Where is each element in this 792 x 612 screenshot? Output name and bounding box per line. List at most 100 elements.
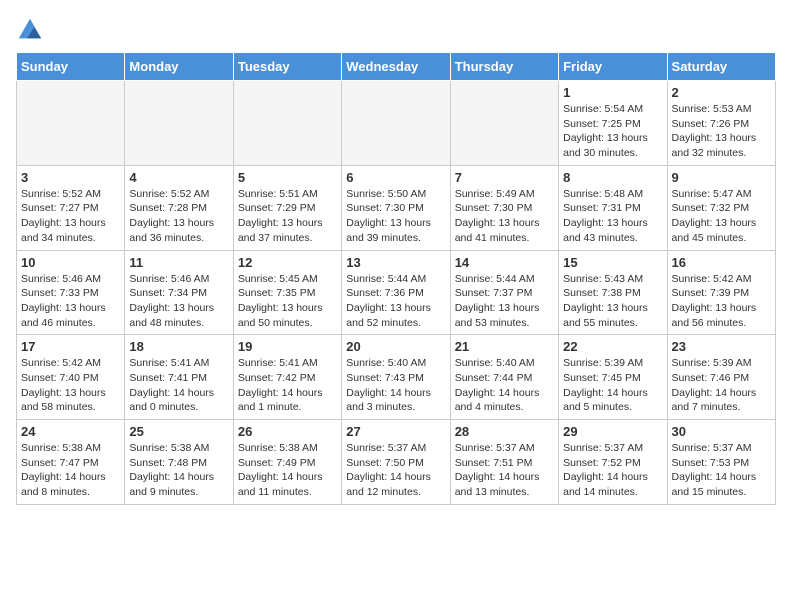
calendar-day-cell: 4Sunrise: 5:52 AMSunset: 7:28 PMDaylight…	[125, 165, 233, 250]
calendar-day-cell: 27 Sunrise: 5:37 AMSunset: 7:50 PMDayligh…	[342, 420, 450, 505]
calendar-day-cell: 12 Sunrise: 5:45 AMSunset: 7:35 PMDayligh…	[233, 250, 341, 335]
day-info: Sunrise: 5:41 AMSunset: 7:42 PMDaylight:…	[238, 356, 337, 415]
calendar-day-cell: 29Sunrise: 5:37 AMSunset: 7:52 PMDayligh…	[559, 420, 667, 505]
day-number: 29	[563, 424, 662, 439]
calendar-table: SundayMondayTuesdayWednesdayThursdayFrid…	[16, 52, 776, 505]
calendar-week-row: 24 Sunrise: 5:38 AMSunset: 7:47 PMDayligh…	[17, 420, 776, 505]
day-info: Sunrise: 5:41 AMSunset: 7:41 PMDaylight:…	[129, 356, 228, 415]
day-info: Sunrise: 5:48 AMSunset: 7:31 PMDaylight:…	[563, 187, 662, 246]
day-number: 9	[672, 170, 771, 185]
day-number: 22	[563, 339, 662, 354]
day-number: 24	[21, 424, 120, 439]
day-info: Sunrise: 5:53 AMSunset: 7:26 PMDaylight:…	[672, 102, 771, 161]
day-info: Sunrise: 5:47 AMSunset: 7:32 PMDaylight:…	[672, 187, 771, 246]
day-number: 15	[563, 255, 662, 270]
day-info: Sunrise: 5:38 AMSunset: 7:48 PMDaylight:…	[129, 441, 228, 500]
page-header	[16, 16, 776, 44]
day-number: 18	[129, 339, 228, 354]
day-number: 11	[129, 255, 228, 270]
day-info: Sunrise: 5:49 AMSunset: 7:30 PMDaylight:…	[455, 187, 554, 246]
day-number: 26	[238, 424, 337, 439]
day-info: Sunrise: 5:51 AMSunset: 7:29 PMDaylight:…	[238, 187, 337, 246]
day-number: 12	[238, 255, 337, 270]
day-info: Sunrise: 5:46 AMSunset: 7:33 PMDaylight:…	[21, 272, 120, 331]
day-info: Sunrise: 5:45 AMSunset: 7:35 PMDaylight:…	[238, 272, 337, 331]
calendar-day-cell	[125, 81, 233, 166]
calendar-day-cell	[450, 81, 558, 166]
calendar-day-cell: 10 Sunrise: 5:46 AMSunset: 7:33 PMDayligh…	[17, 250, 125, 335]
day-info: Sunrise: 5:38 AMSunset: 7:47 PMDaylight:…	[21, 441, 120, 500]
calendar-day-cell	[233, 81, 341, 166]
day-info: Sunrise: 5:52 AMSunset: 7:27 PMDaylight:…	[21, 187, 120, 246]
day-info: Sunrise: 5:42 AMSunset: 7:40 PMDaylight:…	[21, 356, 120, 415]
calendar-day-cell: 22 Sunrise: 5:39 AMSunset: 7:45 PMDayligh…	[559, 335, 667, 420]
day-number: 2	[672, 85, 771, 100]
day-number: 14	[455, 255, 554, 270]
day-info: Sunrise: 5:38 AMSunset: 7:49 PMDaylight:…	[238, 441, 337, 500]
calendar-day-header: Wednesday	[342, 53, 450, 81]
day-info: Sunrise: 5:50 AMSunset: 7:30 PMDaylight:…	[346, 187, 445, 246]
day-number: 19	[238, 339, 337, 354]
day-info: Sunrise: 5:44 AMSunset: 7:37 PMDaylight:…	[455, 272, 554, 331]
calendar-day-cell: 9 Sunrise: 5:47 AMSunset: 7:32 PMDaylight…	[667, 165, 775, 250]
day-info: Sunrise: 5:46 AMSunset: 7:34 PMDaylight:…	[129, 272, 228, 331]
calendar-day-cell: 15 Sunrise: 5:43 AMSunset: 7:38 PMDayligh…	[559, 250, 667, 335]
calendar-day-cell: 18 Sunrise: 5:41 AMSunset: 7:41 PMDayligh…	[125, 335, 233, 420]
calendar-day-cell: 21 Sunrise: 5:40 AMSunset: 7:44 PMDayligh…	[450, 335, 558, 420]
calendar-day-cell: 13 Sunrise: 5:44 AMSunset: 7:36 PMDayligh…	[342, 250, 450, 335]
calendar-day-cell: 8 Sunrise: 5:48 AMSunset: 7:31 PMDaylight…	[559, 165, 667, 250]
day-number: 5	[238, 170, 337, 185]
day-info: Sunrise: 5:40 AMSunset: 7:43 PMDaylight:…	[346, 356, 445, 415]
calendar-day-cell: 23 Sunrise: 5:39 AMSunset: 7:46 PMDayligh…	[667, 335, 775, 420]
day-info: Sunrise: 5:39 AMSunset: 7:45 PMDaylight:…	[563, 356, 662, 415]
calendar-day-cell: 5 Sunrise: 5:51 AMSunset: 7:29 PMDaylight…	[233, 165, 341, 250]
day-number: 21	[455, 339, 554, 354]
logo-icon	[16, 16, 44, 44]
calendar-day-cell: 30 Sunrise: 5:37 AMSunset: 7:53 PMDayligh…	[667, 420, 775, 505]
logo	[16, 16, 48, 44]
calendar-day-cell: 1Sunrise: 5:54 AMSunset: 7:25 PMDaylight…	[559, 81, 667, 166]
calendar-day-cell: 11 Sunrise: 5:46 AMSunset: 7:34 PMDayligh…	[125, 250, 233, 335]
calendar-day-cell: 19 Sunrise: 5:41 AMSunset: 7:42 PMDayligh…	[233, 335, 341, 420]
calendar-day-cell: 7 Sunrise: 5:49 AMSunset: 7:30 PMDaylight…	[450, 165, 558, 250]
day-number: 30	[672, 424, 771, 439]
day-info: Sunrise: 5:37 AMSunset: 7:50 PMDaylight:…	[346, 441, 445, 500]
day-number: 8	[563, 170, 662, 185]
calendar-day-cell: 24 Sunrise: 5:38 AMSunset: 7:47 PMDayligh…	[17, 420, 125, 505]
day-info: Sunrise: 5:39 AMSunset: 7:46 PMDaylight:…	[672, 356, 771, 415]
day-number: 25	[129, 424, 228, 439]
day-number: 28	[455, 424, 554, 439]
calendar-day-cell: 16 Sunrise: 5:42 AMSunset: 7:39 PMDayligh…	[667, 250, 775, 335]
day-number: 10	[21, 255, 120, 270]
calendar-day-header: Monday	[125, 53, 233, 81]
day-info: Sunrise: 5:40 AMSunset: 7:44 PMDaylight:…	[455, 356, 554, 415]
day-number: 13	[346, 255, 445, 270]
day-info: Sunrise: 5:44 AMSunset: 7:36 PMDaylight:…	[346, 272, 445, 331]
day-number: 4	[129, 170, 228, 185]
calendar-day-header: Thursday	[450, 53, 558, 81]
day-info: Sunrise: 5:37 AMSunset: 7:53 PMDaylight:…	[672, 441, 771, 500]
day-info: Sunrise: 5:54 AMSunset: 7:25 PMDaylight:…	[563, 102, 662, 161]
calendar-week-row: 1Sunrise: 5:54 AMSunset: 7:25 PMDaylight…	[17, 81, 776, 166]
calendar-day-header: Tuesday	[233, 53, 341, 81]
calendar-day-cell: 26 Sunrise: 5:38 AMSunset: 7:49 PMDayligh…	[233, 420, 341, 505]
calendar-day-cell: 2 Sunrise: 5:53 AMSunset: 7:26 PMDaylight…	[667, 81, 775, 166]
calendar-header-row: SundayMondayTuesdayWednesdayThursdayFrid…	[17, 53, 776, 81]
calendar-day-cell: 14 Sunrise: 5:44 AMSunset: 7:37 PMDayligh…	[450, 250, 558, 335]
calendar-week-row: 17 Sunrise: 5:42 AMSunset: 7:40 PMDayligh…	[17, 335, 776, 420]
day-number: 7	[455, 170, 554, 185]
day-info: Sunrise: 5:42 AMSunset: 7:39 PMDaylight:…	[672, 272, 771, 331]
day-number: 16	[672, 255, 771, 270]
calendar-day-cell: 6 Sunrise: 5:50 AMSunset: 7:30 PMDaylight…	[342, 165, 450, 250]
calendar-day-cell: 28 Sunrise: 5:37 AMSunset: 7:51 PMDayligh…	[450, 420, 558, 505]
day-number: 27	[346, 424, 445, 439]
day-number: 17	[21, 339, 120, 354]
calendar-day-cell: 25 Sunrise: 5:38 AMSunset: 7:48 PMDayligh…	[125, 420, 233, 505]
calendar-week-row: 3Sunrise: 5:52 AMSunset: 7:27 PMDaylight…	[17, 165, 776, 250]
day-number: 23	[672, 339, 771, 354]
day-info: Sunrise: 5:43 AMSunset: 7:38 PMDaylight:…	[563, 272, 662, 331]
day-number: 6	[346, 170, 445, 185]
calendar-day-header: Sunday	[17, 53, 125, 81]
day-info: Sunrise: 5:37 AMSunset: 7:51 PMDaylight:…	[455, 441, 554, 500]
calendar-day-cell	[342, 81, 450, 166]
